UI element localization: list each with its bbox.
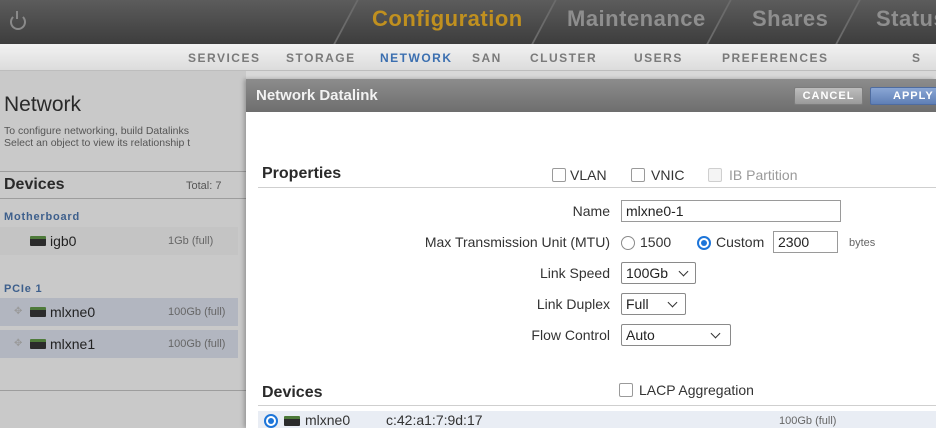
device-row-igb0[interactable]: igb0 1Gb (full)	[0, 227, 238, 255]
power-icon[interactable]	[10, 11, 26, 30]
lacp-aggregation-checkbox[interactable]	[619, 383, 633, 397]
link-duplex-select[interactable]: Full	[621, 293, 686, 315]
subnav-users[interactable]: USERS	[634, 51, 683, 65]
page-description: To configure networking, build Datalinks…	[4, 125, 190, 149]
device-mac: c:42:a1:7:9d:17	[386, 412, 483, 428]
devices-heading: Devices	[4, 176, 65, 193]
mtu-unit: bytes	[849, 237, 876, 249]
section-divider	[258, 405, 936, 406]
properties-heading: Properties	[262, 165, 342, 182]
tab-divider	[835, 0, 861, 44]
divider	[0, 198, 246, 199]
vlan-checkbox[interactable]	[552, 168, 566, 182]
mtu-custom-input[interactable]	[773, 231, 838, 253]
tab-divider	[531, 0, 557, 44]
subnav-cluster[interactable]: CLUSTER	[530, 51, 597, 65]
subnav-services[interactable]: SERVICES	[188, 51, 260, 65]
mtu-1500-label: 1500	[640, 234, 672, 250]
subnav-truncated[interactable]: S	[912, 51, 922, 65]
link-speed-select[interactable]: 100Gb	[621, 262, 696, 284]
sub-navigation-bar: SERVICES STORAGE NETWORK SAN CLUSTER USE…	[0, 44, 936, 71]
network-left-panel: Network To configure networking, build D…	[0, 71, 246, 428]
chevron-down-icon	[710, 328, 721, 339]
chevron-down-icon	[678, 266, 689, 277]
mtu-label: Max Transmission Unit (MTU)	[424, 234, 610, 250]
device-select-radio[interactable]	[264, 414, 278, 428]
subnav-network[interactable]: NETWORK	[380, 51, 453, 65]
ib-partition-checkbox[interactable]	[708, 168, 722, 182]
network-card-icon	[284, 416, 300, 426]
device-name: mlxne1	[50, 336, 96, 352]
device-speed: 100Gb (full)	[168, 306, 226, 318]
flow-control-value: Auto	[626, 327, 655, 343]
tab-divider	[333, 0, 359, 44]
flow-control-label: Flow Control	[531, 327, 610, 343]
devices-heading: Devices	[262, 384, 323, 401]
group-pcie-1: PCIe 1	[4, 283, 43, 295]
network-card-icon	[30, 339, 46, 349]
top-navigation-bar: Configuration Maintenance Shares Status	[0, 0, 936, 44]
description-line-1: To configure networking, build Datalinks	[4, 125, 190, 137]
vnic-label: VNIC	[651, 167, 685, 183]
subnav-storage[interactable]: STORAGE	[286, 51, 356, 65]
name-input[interactable]	[621, 200, 841, 222]
tab-divider	[706, 0, 732, 44]
dialog-title: Network Datalink	[256, 87, 378, 104]
link-speed-value: 100Gb	[626, 265, 669, 281]
tab-shares[interactable]: Shares	[752, 6, 828, 32]
apply-button[interactable]: APPLY	[870, 87, 936, 105]
link-speed-label: Link Speed	[539, 265, 610, 281]
network-card-icon	[30, 236, 46, 246]
mtu-1500-radio[interactable]	[621, 236, 635, 250]
link-duplex-label: Link Duplex	[536, 296, 610, 312]
ib-partition-label: IB Partition	[729, 167, 798, 183]
device-row-mlxne1[interactable]: ✥ mlxne1 100Gb (full)	[0, 330, 238, 358]
lacp-aggregation-label: LACP Aggregation	[639, 382, 754, 398]
subnav-preferences[interactable]: PREFERENCES	[722, 51, 829, 65]
device-row-mlxne0[interactable]: mlxne0 c:42:a1:7:9d:17 100Gb (full)	[258, 411, 936, 428]
section-divider	[258, 187, 936, 188]
tab-status[interactable]: Status	[876, 6, 936, 32]
device-speed: 100Gb (full)	[779, 415, 837, 427]
device-speed: 100Gb (full)	[168, 338, 226, 350]
device-name: mlxne0	[305, 412, 351, 428]
subnav-san[interactable]: SAN	[472, 51, 502, 65]
tab-configuration[interactable]: Configuration	[372, 6, 523, 32]
cancel-button[interactable]: CANCEL	[794, 87, 863, 105]
mtu-custom-radio[interactable]	[697, 236, 711, 250]
chevron-down-icon	[667, 297, 678, 308]
device-speed: 1Gb (full)	[168, 235, 214, 247]
mtu-custom-label: Custom	[716, 234, 765, 250]
device-name: mlxne0	[50, 304, 96, 320]
drag-handle-icon[interactable]: ✥	[14, 339, 24, 349]
device-row-mlxne0[interactable]: ✥ mlxne0 100Gb (full)	[0, 298, 238, 326]
name-label: Name	[572, 203, 610, 219]
drag-handle-icon[interactable]: ✥	[14, 307, 24, 317]
group-motherboard: Motherboard	[4, 211, 81, 223]
page-title: Network	[4, 93, 82, 116]
network-card-icon	[30, 307, 46, 317]
flow-control-select[interactable]: Auto	[621, 324, 731, 346]
description-line-2: Select an object to view its relationshi…	[4, 137, 191, 149]
dialog-header: Network Datalink CANCEL APPLY	[246, 79, 936, 112]
device-name: igb0	[50, 233, 77, 249]
tab-maintenance[interactable]: Maintenance	[567, 6, 706, 32]
devices-total: Total: 7	[186, 180, 222, 192]
divider	[0, 171, 246, 172]
link-duplex-value: Full	[626, 296, 649, 312]
vlan-label: VLAN	[570, 167, 607, 183]
network-datalink-dialog: Network Datalink CANCEL APPLY Properties…	[246, 79, 936, 428]
vnic-checkbox[interactable]	[631, 168, 645, 182]
divider	[0, 390, 246, 391]
